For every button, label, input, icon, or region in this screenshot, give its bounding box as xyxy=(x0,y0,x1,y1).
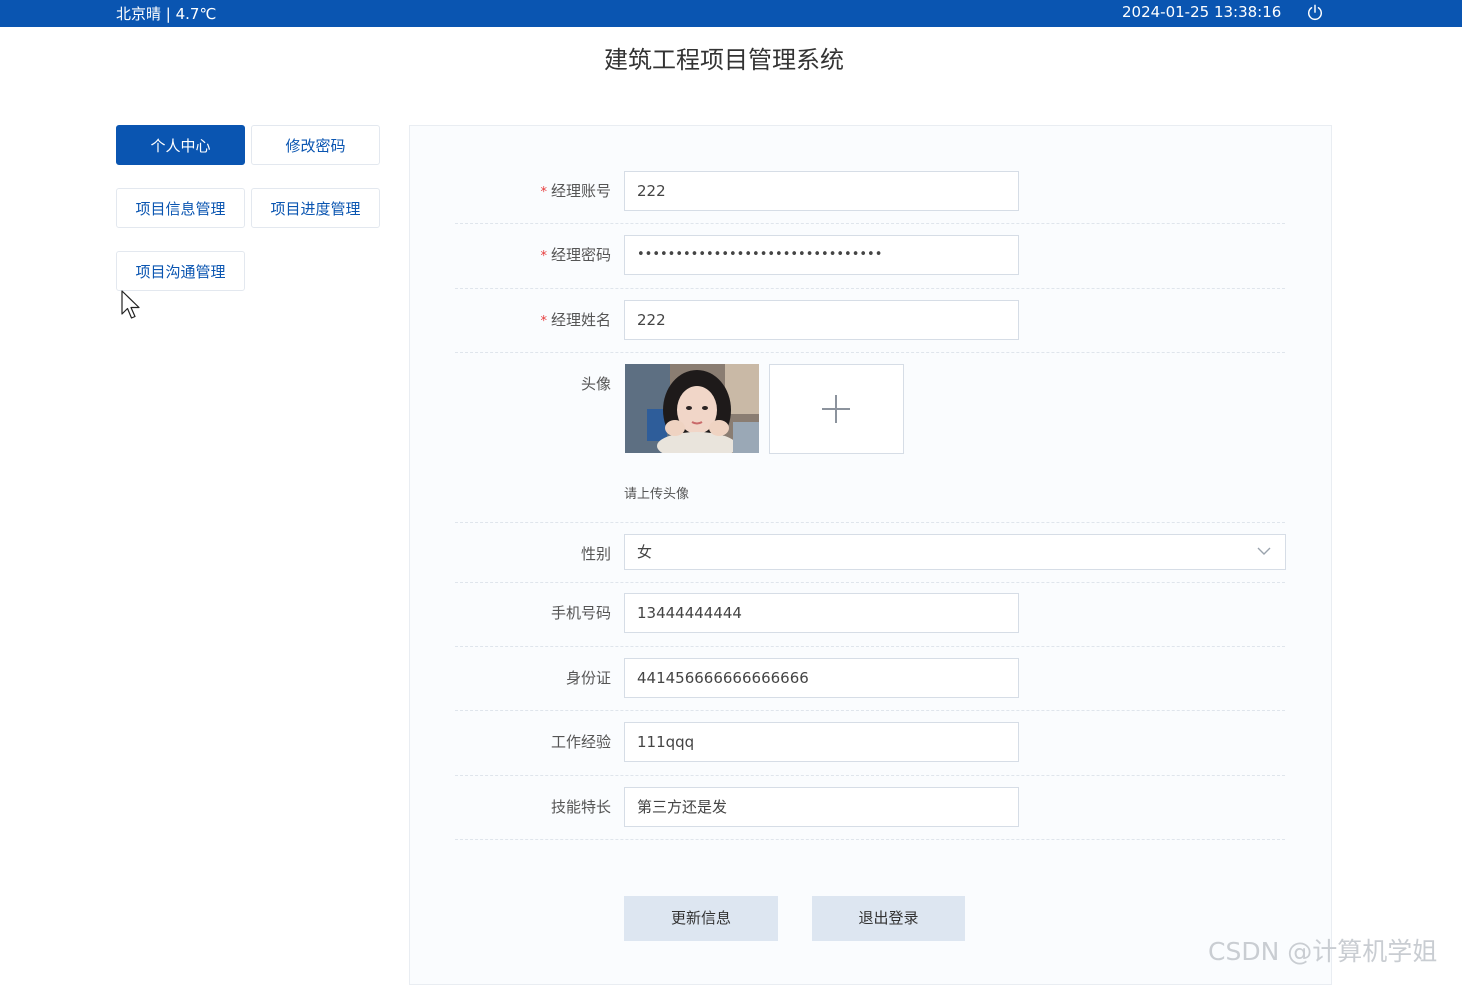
row-divider xyxy=(455,522,1285,523)
required-mark: * xyxy=(540,249,547,264)
avatar-label: 头像 xyxy=(580,375,611,393)
sidebar-item-project-info[interactable]: 项目信息管理 xyxy=(116,188,245,228)
row-divider xyxy=(455,646,1285,647)
row-divider xyxy=(455,352,1285,353)
sidebar-item-project-communication[interactable]: 项目沟通管理 xyxy=(116,251,245,291)
sidebar-item-project-progress[interactable]: 项目进度管理 xyxy=(251,188,380,228)
gender-select[interactable]: 女 xyxy=(624,534,1286,570)
required-mark: * xyxy=(540,185,547,200)
mouse-cursor-icon xyxy=(121,290,140,319)
avatar-upload-button[interactable] xyxy=(769,364,904,454)
row-divider xyxy=(455,775,1285,776)
avatar-image[interactable] xyxy=(625,364,759,453)
datetime-text: 2024-01-25 13:38:16 xyxy=(1122,3,1282,21)
page-title: 建筑工程项目管理系统 xyxy=(604,46,844,74)
row-divider xyxy=(455,288,1285,289)
skills-input[interactable]: 第三方还是发 xyxy=(624,787,1019,827)
experience-label: 工作经验 xyxy=(550,733,611,751)
password-input[interactable]: •••••••••••••••••••••••••••••••• xyxy=(624,235,1019,275)
name-input[interactable]: 222 xyxy=(624,300,1019,340)
power-icon[interactable] xyxy=(1306,4,1324,22)
row-divider xyxy=(455,582,1285,583)
phone-input[interactable]: 13444444444 xyxy=(624,593,1019,633)
skills-label: 技能特长 xyxy=(550,798,611,816)
row-divider xyxy=(455,839,1285,840)
experience-input[interactable]: 111qqq xyxy=(624,722,1019,762)
account-label: * 经理账号 xyxy=(540,182,611,200)
plus-icon xyxy=(822,395,850,423)
avatar-upload-hint: 请上传头像 xyxy=(624,487,690,502)
sidebar-item-change-password[interactable]: 修改密码 xyxy=(251,125,380,165)
row-divider xyxy=(455,710,1285,711)
weather-text: 北京晴 | 4.7℃ xyxy=(116,5,217,23)
chevron-down-icon xyxy=(1257,547,1271,555)
required-mark: * xyxy=(540,314,547,329)
sidebar-item-personal-center[interactable]: 个人中心 xyxy=(116,125,245,165)
name-label: * 经理姓名 xyxy=(540,311,611,329)
logout-button[interactable]: 退出登录 xyxy=(812,896,965,941)
gender-selected-value: 女 xyxy=(637,543,653,561)
gender-label: 性别 xyxy=(580,545,611,563)
id-card-input[interactable]: 441456666666666666 xyxy=(624,658,1019,698)
row-divider xyxy=(455,223,1285,224)
password-label: * 经理密码 xyxy=(540,246,611,264)
update-info-button[interactable]: 更新信息 xyxy=(624,896,778,941)
watermark: CSDN @计算机学姐 xyxy=(1208,937,1438,966)
phone-label: 手机号码 xyxy=(550,604,611,622)
top-bar: 北京晴 | 4.7℃ 2024-01-25 13:38:16 xyxy=(0,0,1462,27)
account-input[interactable]: 222 xyxy=(624,171,1019,211)
id-card-label: 身份证 xyxy=(565,669,611,687)
